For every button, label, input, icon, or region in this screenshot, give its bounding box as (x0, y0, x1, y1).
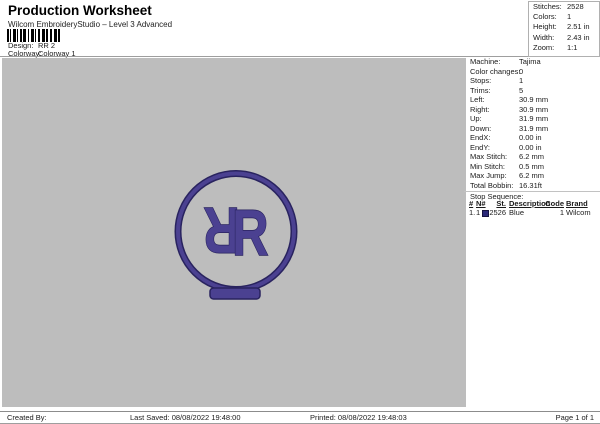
base-bar (209, 287, 261, 300)
footer-divider (0, 411, 600, 412)
summary-row: Zoom: 1:1 (529, 42, 599, 54)
printed-text: Printed: 08/08/2022 19:48:03 (310, 413, 407, 422)
header-divider (0, 56, 600, 57)
zoom-label: Zoom: (533, 42, 555, 52)
total-bobbin-label: Total Bobbin: (470, 180, 514, 190)
created-by-label: Created By: (7, 413, 47, 422)
page-title: Production Worksheet (8, 3, 152, 18)
info-row: Total Bobbin: 16.31ft (470, 180, 598, 192)
design-canvas: R R (2, 58, 466, 407)
row-description: Blue (509, 208, 525, 217)
page-number: Page 1 of 1 (555, 413, 594, 422)
monogram-letter-right: R (232, 197, 269, 269)
row-stitches: 2526 (489, 208, 506, 217)
machine-info-panel: Machine: Tajima Color changes: 0 Stops: 1 T… (470, 57, 598, 192)
total-bobbin-value: 16.31ft (519, 180, 542, 190)
zoom-value: 1:1 (567, 42, 578, 52)
last-saved-text: Last Saved: 08/08/2022 19:48:00 (130, 413, 241, 422)
row-needle: 1 (476, 208, 481, 217)
app-subtitle: Wilcom EmbroideryStudio – Level 3 Advanc… (8, 20, 173, 29)
embroidery-design: R R (174, 170, 298, 300)
row-num: 1. (469, 208, 476, 217)
summary-box: Stitches: 2528 Colors: 1 Height: 2.51 in Wi… (528, 1, 600, 57)
row-brand: Wilcom (566, 208, 591, 217)
row-code: 1 (559, 208, 564, 217)
